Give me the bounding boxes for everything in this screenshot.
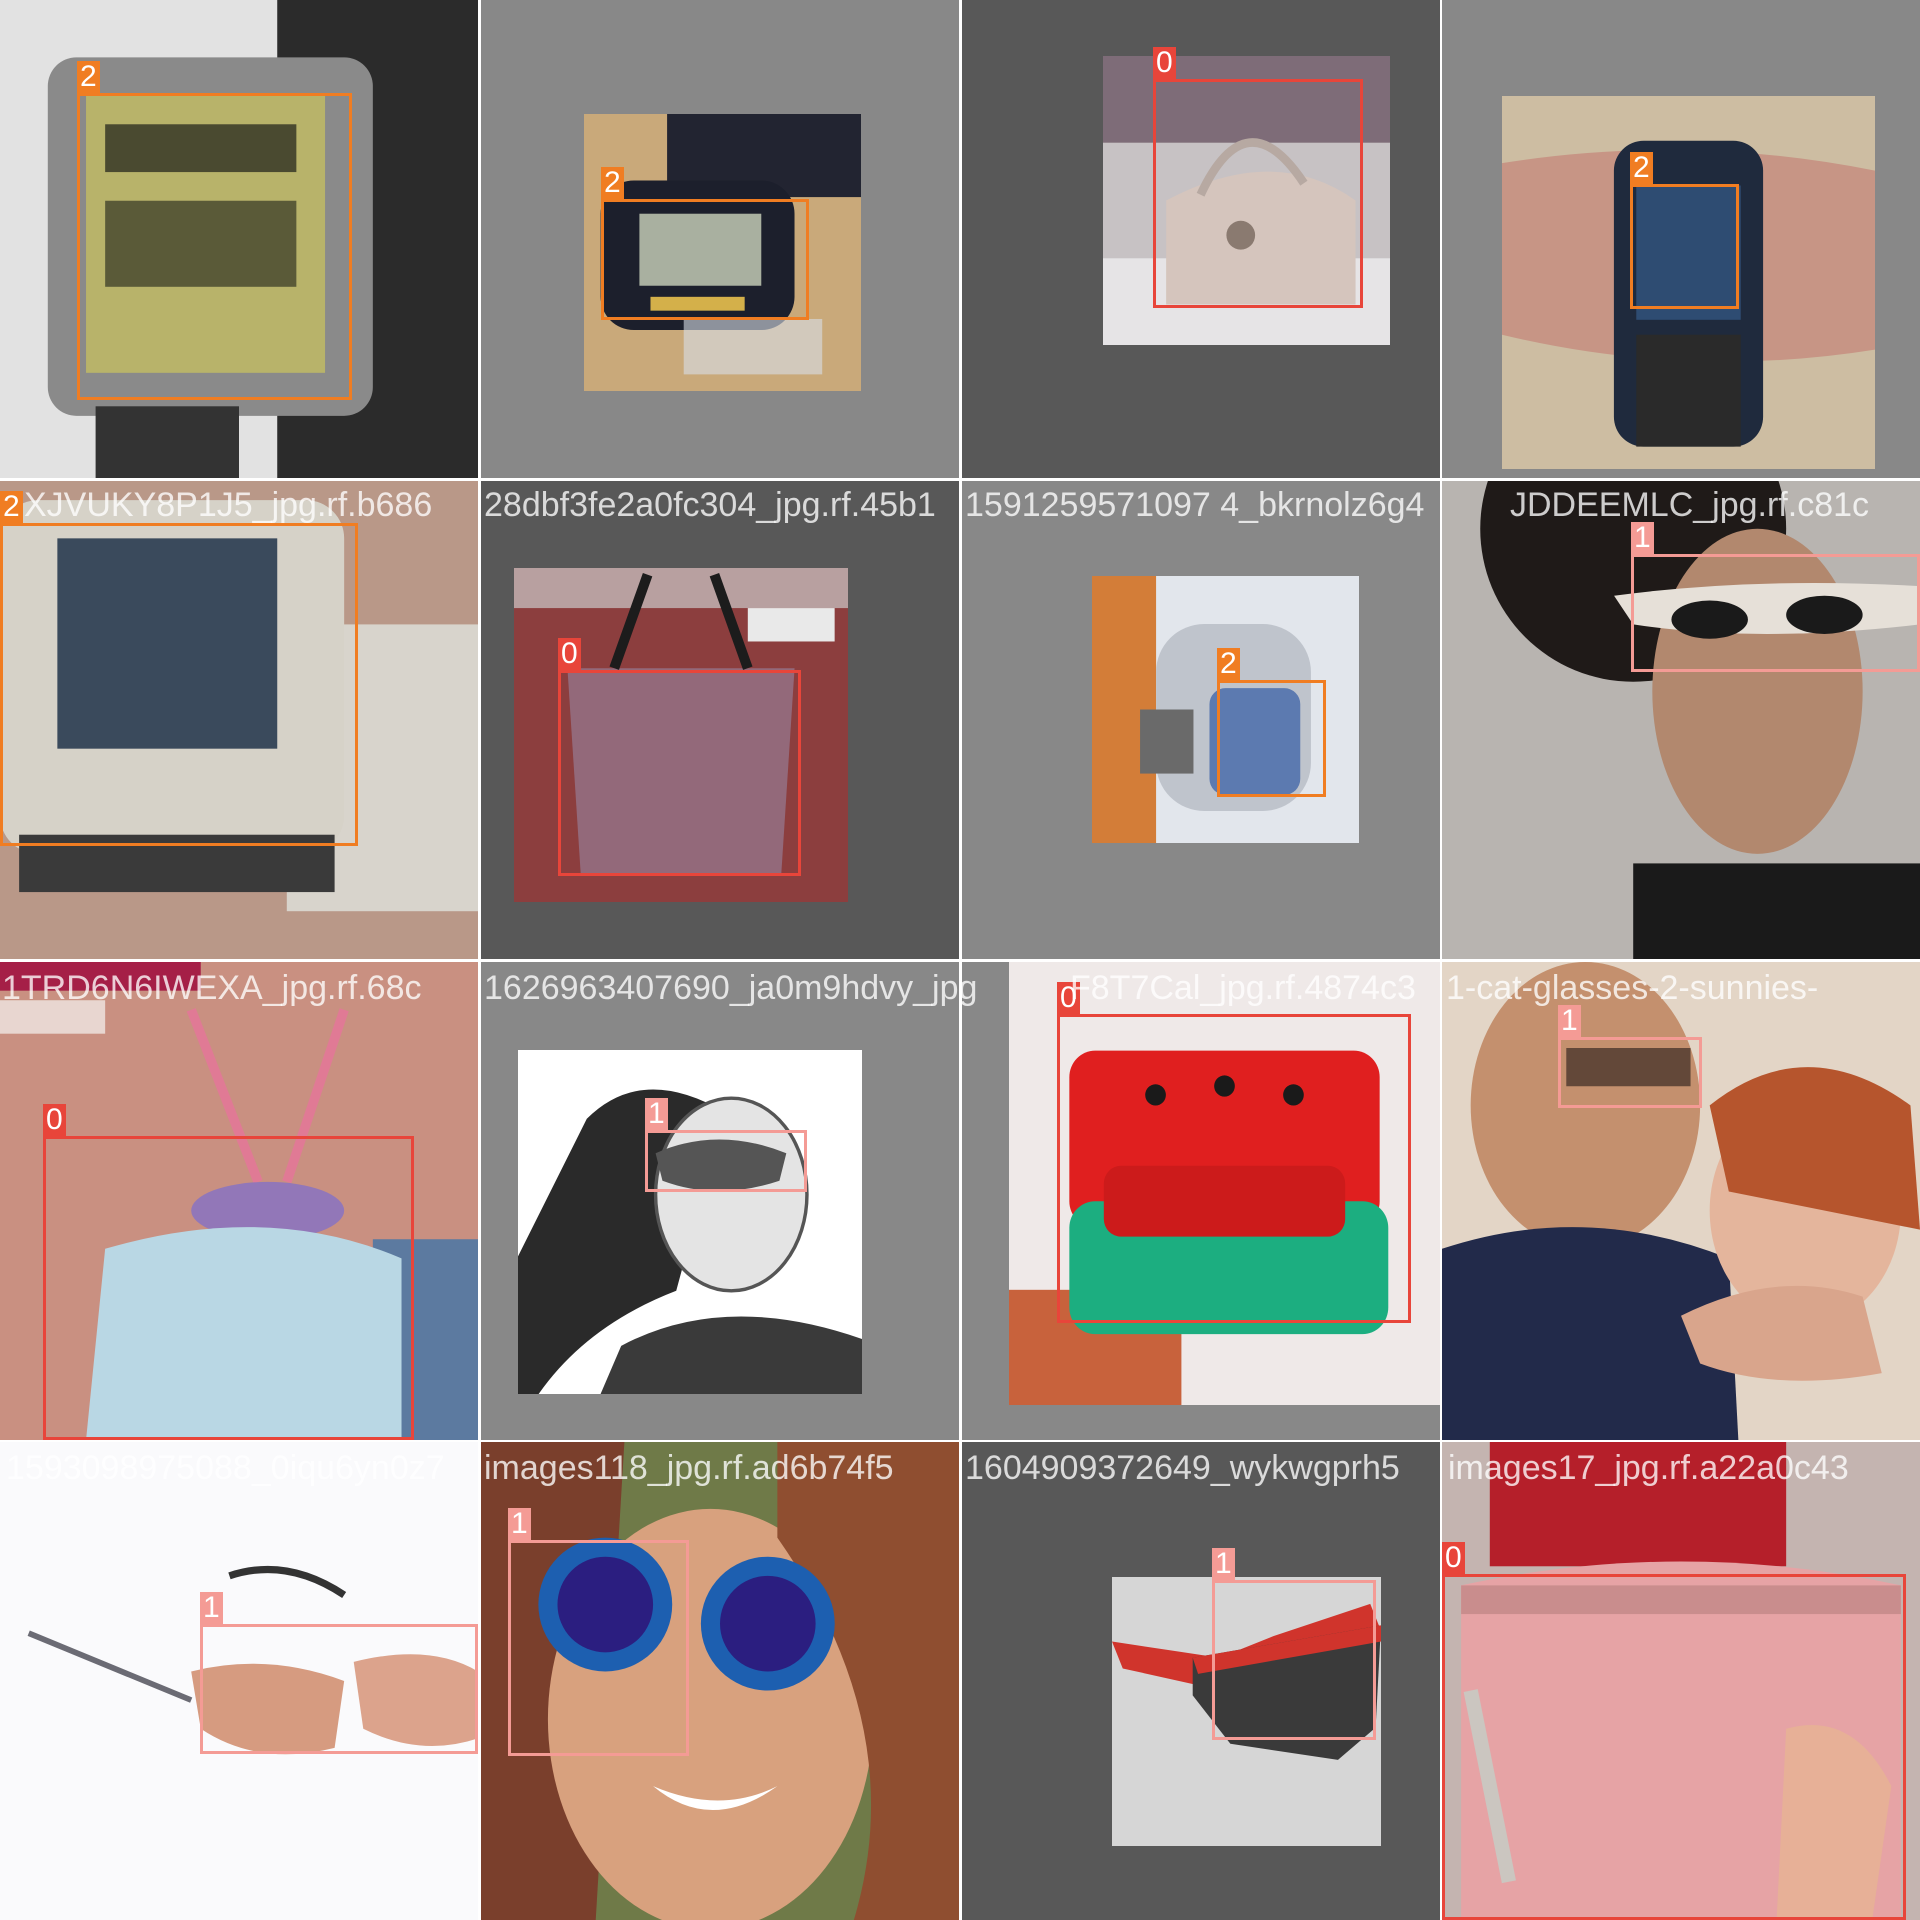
mosaic-tile: 1	[481, 1442, 959, 1920]
mosaic-tile: 2	[0, 0, 478, 478]
class-label: 0	[1442, 1542, 1465, 1574]
image-filename: 1-cat-glasses-2-sunnies-	[1446, 969, 1819, 1007]
mosaic-grid: 2 2 0 2 2 0 2 1 0 1 0 1 1 1 1 0 XJVUKY8P…	[0, 0, 1920, 1920]
class-label: 1	[1631, 522, 1654, 554]
image-filename: 1604909372649_wykwgprh5	[965, 1449, 1400, 1487]
bbox-2	[1217, 680, 1326, 797]
mosaic-tile: 0	[962, 0, 1440, 478]
image-filename: XJVUKY8P1J5_jpg.rf.b686	[24, 486, 433, 524]
mosaic-tile: 2	[0, 481, 478, 959]
image-filename: images17_jpg.rf.a22a0c43	[1448, 1449, 1849, 1487]
bbox-2	[1630, 184, 1739, 309]
image-filename: 1TRD6N6IWEXA_jpg.rf.68c	[2, 969, 422, 1007]
bbox-0	[558, 670, 801, 876]
class-label: 0	[1153, 47, 1176, 79]
image-filename: images118_jpg.rf.ad6b74f5	[484, 1449, 894, 1487]
mosaic-tile: 2	[1442, 0, 1920, 478]
mosaic-tile: 1	[481, 962, 959, 1440]
bbox-0	[43, 1136, 414, 1440]
mosaic-tile: 0	[1442, 1442, 1920, 1920]
image-filename: 1591259571097 4_bkrnolz6g4	[965, 486, 1425, 524]
tile-image-sunglasses	[518, 1050, 862, 1394]
mosaic-tile: 2	[481, 0, 959, 478]
bbox-1	[1212, 1580, 1376, 1740]
class-label: 1	[508, 1508, 531, 1540]
class-label: 2	[77, 61, 100, 93]
tile-image-sunglasses	[1442, 481, 1920, 959]
bbox-2	[601, 199, 809, 320]
bbox-0	[1153, 79, 1363, 308]
class-label: 2	[601, 167, 624, 199]
class-label: 0	[558, 638, 581, 670]
bbox-0	[1057, 1014, 1411, 1323]
class-label: 1	[1212, 1548, 1235, 1580]
mosaic-tile: 1	[962, 1442, 1440, 1920]
image-filename: 28dbf3fe2a0fc304_jpg.rf.45b1	[484, 486, 936, 524]
mosaic-tile: 0	[481, 481, 959, 959]
mosaic-tile: 1	[0, 1442, 478, 1920]
bbox-1	[508, 1540, 689, 1756]
class-label: 1	[1558, 1005, 1581, 1037]
class-label: 2	[1630, 152, 1653, 184]
tile-image-sunglasses	[1442, 962, 1920, 1440]
mosaic-tile: 0	[0, 962, 478, 1440]
bbox-2	[0, 523, 358, 846]
image-filename: 1593098975088_0iqu6yn0z7	[6, 1449, 445, 1487]
class-label: 1	[645, 1098, 668, 1130]
class-label: 1	[200, 1592, 223, 1624]
class-label: 2	[0, 491, 23, 523]
bbox-1	[645, 1130, 807, 1192]
bbox-0	[1442, 1574, 1906, 1920]
image-filename: F8T7Cal_jpg.rf.4874c3	[1070, 969, 1416, 1007]
image-filename: 1626963407690_ja0m9hdvy_jpg	[484, 969, 978, 1007]
mosaic-tile: 1	[1442, 962, 1920, 1440]
bbox-1	[1558, 1037, 1702, 1108]
bbox-1	[1631, 554, 1920, 672]
class-label: 2	[1217, 648, 1240, 680]
bbox-2	[77, 93, 352, 400]
bbox-1	[200, 1624, 478, 1754]
class-label: 0	[43, 1104, 66, 1136]
mosaic-tile: 1	[1442, 481, 1920, 959]
mosaic-tile: 2	[962, 481, 1440, 959]
image-filename: JDDEEMLC_jpg.rf.c81c	[1510, 486, 1870, 524]
mosaic-tile: 0	[962, 962, 1440, 1440]
